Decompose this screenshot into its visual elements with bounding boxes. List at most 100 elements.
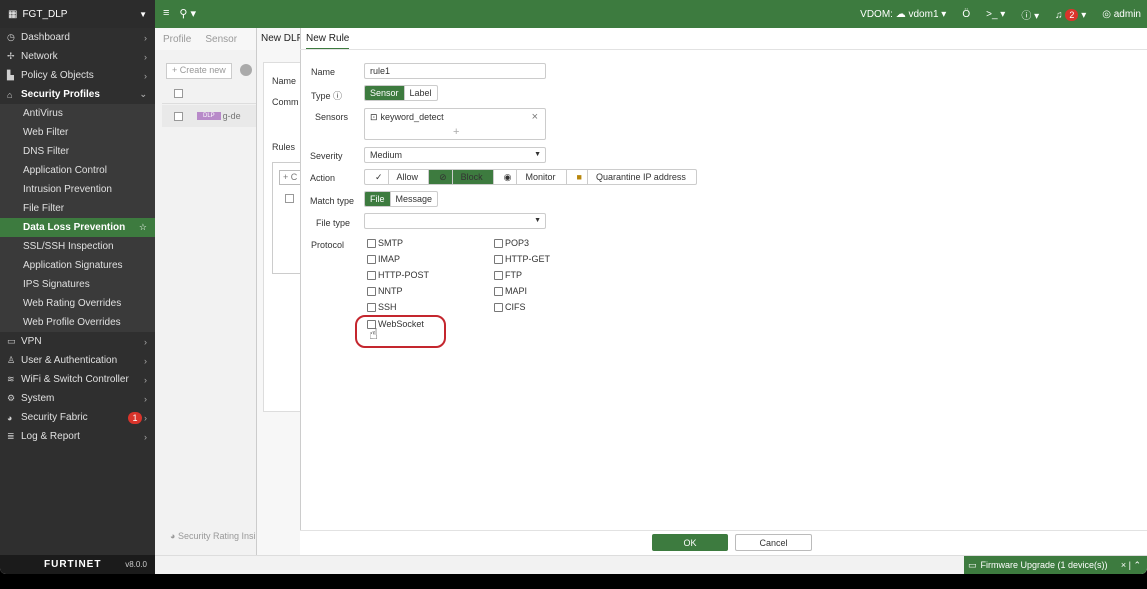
sidebar-item-system[interactable]: ⚙ System › [0, 389, 155, 408]
sidebar-item-ssl-ssh-inspection[interactable]: SSL/SSH Inspection [0, 237, 155, 256]
sidebar-item-policy[interactable]: ▙ Policy & Objects › [0, 66, 155, 85]
protocol-imap[interactable]: IMAP [367, 254, 400, 264]
rule-checkbox[interactable] [285, 194, 294, 203]
star-icon[interactable]: ☆ [139, 222, 147, 233]
protocol-ftp[interactable]: FTP [494, 270, 522, 280]
protocol-mapi[interactable]: MAPI [494, 286, 527, 296]
panel-header-divider [300, 49, 1147, 50]
firmware-upgrade-notice[interactable]: ▭ Firmware Upgrade (1 device(s)) × | ⌃ [964, 556, 1147, 574]
search-icon[interactable]: ⚲ ▾ [179, 7, 196, 20]
checkbox[interactable] [494, 286, 503, 296]
sidebar-item-antivirus[interactable]: AntiVirus [0, 104, 155, 123]
chevron-right-icon: › [144, 336, 147, 347]
sidebar-item-log-report[interactable]: ≣ Log & Report › [0, 427, 155, 446]
policy-icon: ▙ [7, 70, 14, 80]
log-icon: ≣ [7, 431, 15, 441]
sensor-entry[interactable]: ⊡ keyword_detect [370, 112, 444, 123]
sidebar-item-web-rating-overrides[interactable]: Web Rating Overrides [0, 294, 155, 313]
action-quarantine-option[interactable]: ■ Quarantine IP address [567, 170, 696, 184]
add-sensor-icon[interactable]: + [453, 126, 459, 138]
sidebar-item-label: Intrusion Prevention [23, 184, 112, 195]
chevron-right-icon: › [144, 51, 147, 62]
severity-select[interactable]: Medium ▼ [364, 147, 546, 163]
cancel-button[interactable]: Cancel [735, 534, 812, 551]
protocol-label-text: IMAP [378, 254, 401, 264]
action-monitor-option[interactable]: ◉ Monitor [494, 170, 567, 184]
checkbox[interactable] [367, 286, 376, 296]
checkbox[interactable] [367, 238, 376, 248]
chevron-down-icon: ▼ [534, 217, 541, 224]
match-file-option[interactable]: File [365, 192, 391, 206]
create-new-button[interactable]: + Create new [166, 63, 232, 79]
sidebar-item-intrusion-prevention[interactable]: Intrusion Prevention [0, 180, 155, 199]
edit-icon[interactable] [240, 64, 252, 76]
checkbox[interactable] [494, 302, 503, 312]
fabric-icon[interactable]: Ö [962, 9, 970, 20]
sidebar-item-vpn[interactable]: ▭ VPN › [0, 332, 155, 351]
checkbox[interactable] [367, 302, 376, 312]
sidebar-item-data-loss-prevention[interactable]: Data Loss Prevention ☆ [0, 218, 155, 237]
notification-bell[interactable]: ♫ 2 ▾ [1055, 8, 1086, 21]
sidebar-item-user-auth[interactable]: ♙ User & Authentication › [0, 351, 155, 370]
sensors-field[interactable]: ⊡ keyword_detect × + [364, 108, 546, 140]
sidebar-item-label: DNS Filter [23, 146, 70, 157]
protocol-smtp[interactable]: SMTP [367, 238, 403, 248]
help-icon[interactable]: ⓘ ▾ [1021, 7, 1039, 22]
type-label-option[interactable]: Label [405, 86, 437, 100]
protocol-pop3[interactable]: POP3 [494, 238, 529, 248]
sidebar-item-application-control[interactable]: Application Control [0, 161, 155, 180]
select-all-checkbox[interactable] [174, 89, 183, 98]
checkbox[interactable] [367, 254, 376, 264]
severity-value: Medium [370, 150, 403, 160]
vdom-selector[interactable]: VDOM: ☁ vdom1 ▾ [860, 9, 946, 20]
sidebar-item-ips-signatures[interactable]: IPS Signatures [0, 275, 155, 294]
user-menu[interactable]: ◎ admin [1102, 9, 1141, 20]
security-rating-insights[interactable]: ◕ Security Rating Insi [170, 531, 256, 541]
action-allow-option[interactable]: ✓ Allow [365, 170, 430, 184]
protocol-cifs[interactable]: CIFS [494, 302, 526, 312]
tab-sensor[interactable]: Sensor [205, 34, 237, 45]
vdom-label: VDOM: [860, 9, 893, 20]
ok-button[interactable]: OK [652, 534, 728, 551]
remove-sensor-icon[interactable]: × [532, 111, 538, 123]
sidebar-item-application-signatures[interactable]: Application Signatures [0, 256, 155, 275]
table-row[interactable]: DLP g-de [162, 105, 262, 127]
sidebar-item-wifi-switch[interactable]: ≋ WiFi & Switch Controller › [0, 370, 155, 389]
menu-icon[interactable]: ≡ [163, 7, 169, 20]
protocol-label-text: SMTP [378, 238, 404, 248]
protocol-http-post[interactable]: HTTP-POST [367, 270, 429, 280]
sidebar-item-dns-filter[interactable]: DNS Filter [0, 142, 155, 161]
match-message-option[interactable]: Message [391, 192, 438, 206]
type-sensor-option[interactable]: Sensor [365, 86, 405, 100]
checkbox[interactable] [367, 270, 376, 280]
lock-icon: ⌂ [7, 89, 13, 100]
sidebar-item-web-filter[interactable]: Web Filter [0, 123, 155, 142]
checkbox[interactable] [494, 238, 503, 248]
sidebar-item-security-profiles[interactable]: ⌂ Security Profiles ⌄ [0, 85, 155, 104]
checkbox[interactable] [494, 254, 503, 264]
sidebar-item-network[interactable]: ✢ Network › [0, 47, 155, 66]
file-type-select[interactable]: ▼ [364, 213, 546, 229]
cli-icon[interactable]: >_ ▾ [986, 9, 1005, 20]
name-input[interactable]: rule1 [364, 63, 546, 79]
fabric-icon: ◕ [7, 412, 13, 423]
sidebar-item-web-profile-overrides[interactable]: Web Profile Overrides [0, 313, 155, 332]
sensor-name: keyword_detect [380, 112, 444, 122]
protocol-ssh[interactable]: SSH [367, 302, 397, 312]
fortigate-window: ▦ FGT_DLP ▼ ≡ ⚲ ▾ VDOM: ☁ vdom1 ▾ Ö >_ ▾… [0, 0, 1147, 574]
sidebar-item-label: Web Profile Overrides [23, 317, 121, 328]
chevron-right-icon: › [144, 431, 147, 442]
checkbox[interactable] [494, 270, 503, 280]
close-icon[interactable]: × | ⌃ [1121, 560, 1141, 571]
protocol-nntp[interactable]: NNTP [367, 286, 403, 296]
action-block-option[interactable]: ⊘ Block [429, 170, 494, 184]
protocol-label-text: FTP [505, 270, 522, 280]
info-icon[interactable]: ⓘ [333, 91, 342, 101]
protocol-http-get[interactable]: HTTP-GET [494, 254, 550, 264]
row-checkbox[interactable] [174, 111, 183, 121]
sidebar-item-file-filter[interactable]: File Filter [0, 199, 155, 218]
device-selector[interactable]: ▦ FGT_DLP ▼ [0, 0, 155, 28]
tab-profile[interactable]: Profile [163, 34, 191, 45]
sidebar-item-security-fabric[interactable]: ◕ Security Fabric 1 › [0, 408, 155, 427]
sidebar-item-dashboard[interactable]: ◷ Dashboard › [0, 28, 155, 47]
